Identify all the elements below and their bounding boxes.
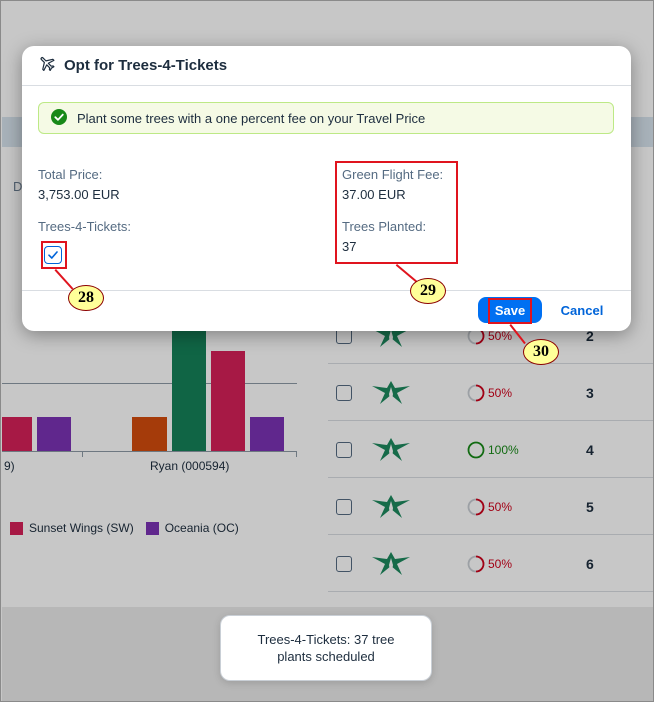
trees-dialog: Opt for Trees-4-Tickets Plant some trees… bbox=[22, 46, 631, 331]
success-message-strip: Plant some trees with a one percent fee … bbox=[38, 102, 614, 134]
airplane-icon bbox=[38, 54, 56, 77]
dialog-header: Opt for Trees-4-Tickets bbox=[22, 46, 631, 86]
dialog-title: Opt for Trees-4-Tickets bbox=[64, 57, 228, 74]
toast-message: Trees-4-Tickets: 37 tree plants schedule… bbox=[220, 615, 432, 681]
total-price-label: Total Price: bbox=[38, 167, 103, 182]
message-text: Plant some trees with a one percent fee … bbox=[77, 110, 426, 126]
annotation-marker-30: 30 bbox=[523, 339, 559, 365]
trees-checkbox-label: Trees-4-Tickets: bbox=[38, 219, 131, 234]
success-check-icon bbox=[51, 108, 67, 128]
total-price-value: 3,753.00 EUR bbox=[38, 187, 120, 202]
annotation-box-29 bbox=[335, 161, 458, 264]
annotation-marker-28: 28 bbox=[68, 285, 104, 311]
annotation-box-30 bbox=[488, 298, 532, 324]
app-frame: D g 9) Ryan (000594) Sunset Wings (SW) O… bbox=[0, 0, 654, 702]
annotation-box-28 bbox=[41, 241, 67, 269]
annotation-marker-29: 29 bbox=[410, 278, 446, 304]
cancel-button[interactable]: Cancel bbox=[549, 297, 615, 323]
toast-text: Trees-4-Tickets: 37 tree plants schedule… bbox=[257, 632, 395, 664]
